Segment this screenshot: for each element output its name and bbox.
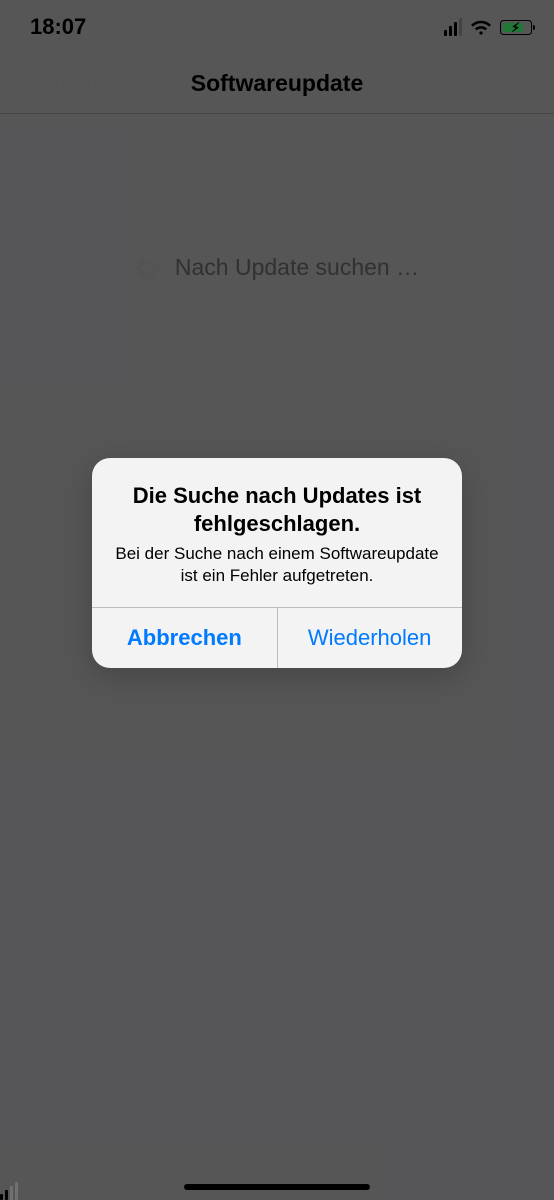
screen: 18:07 ⚡︎ Allgemein Softwareupdate bbox=[0, 0, 554, 1200]
retry-button[interactable]: Wiederholen bbox=[277, 608, 462, 668]
alert-title: Die Suche nach Updates ist fehlgeschlage… bbox=[112, 482, 442, 537]
home-indicator[interactable] bbox=[184, 1184, 370, 1190]
alert-message: Bei der Suche nach einem Softwareupdate … bbox=[112, 543, 442, 587]
cancel-button[interactable]: Abbrechen bbox=[92, 608, 277, 668]
alert-actions: Abbrechen Wiederholen bbox=[92, 608, 462, 668]
alert-dialog: Die Suche nach Updates ist fehlgeschlage… bbox=[92, 458, 462, 668]
alert-body: Die Suche nach Updates ist fehlgeschlage… bbox=[92, 458, 462, 607]
